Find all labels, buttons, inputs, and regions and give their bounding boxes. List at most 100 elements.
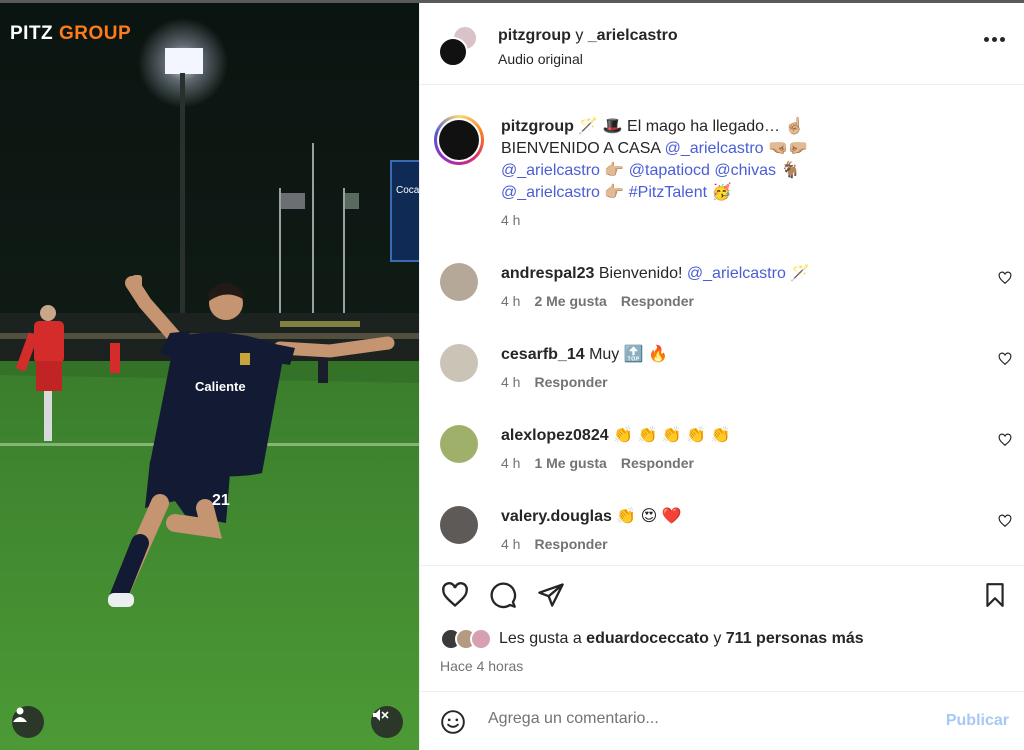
comment-likes[interactable]: 1 Me gusta (534, 455, 606, 471)
post-actions: Les gusta a eduardoceccato y 711 persona… (420, 565, 1024, 693)
comment-username[interactable]: valery.douglas (501, 508, 612, 525)
caption-time: 4 h (501, 212, 521, 228)
comment-body: andrespal23 Bienvenido! @_arielcastro 🪄 … (501, 263, 971, 312)
hashtag-link[interactable]: #PitzTalent (629, 184, 707, 201)
post-header: pitzgroup y _arielcastro Audio original (420, 3, 1024, 85)
save-button[interactable] (980, 580, 1010, 610)
post-panel: pitzgroup y _arielcastro Audio original … (419, 3, 1024, 750)
tagged-users-button[interactable] (12, 706, 44, 738)
comment-text: Bienvenido! (594, 265, 687, 282)
reply-button[interactable]: Responder (621, 455, 694, 471)
mute-button[interactable] (371, 706, 403, 738)
post-authors: pitzgroup y _arielcastro (498, 27, 678, 45)
comment-body: cesarfb_14 Muy 🔝 🔥 4 h Responder (501, 344, 971, 393)
comment-emoji: 👏 👏 👏 👏 👏 (613, 427, 731, 444)
reply-button[interactable]: Responder (534, 536, 607, 552)
heart-icon (998, 352, 1012, 366)
more-options-icon[interactable] (984, 37, 1005, 42)
comment-time: 4 h (501, 374, 521, 390)
smiley-icon (441, 710, 465, 734)
comment-username[interactable]: andrespal23 (501, 265, 594, 282)
caption-username[interactable]: pitzgroup (501, 118, 574, 135)
comment-body: alexlopez0824 👏 👏 👏 👏 👏 4 h 1 Me gusta Res… (501, 425, 971, 474)
avatar[interactable] (438, 37, 468, 67)
audio-link[interactable]: Audio original (498, 51, 583, 67)
avatar[interactable] (440, 344, 478, 382)
publish-button[interactable]: Publicar (946, 712, 1009, 730)
reply-button[interactable]: Responder (621, 293, 694, 309)
comment-time: 4 h (501, 293, 521, 309)
heart-icon (998, 514, 1012, 528)
author-link[interactable]: _arielcastro (588, 27, 678, 44)
caption-emoji: 🐐 (776, 162, 801, 179)
likes-prefix: Les gusta a (499, 630, 587, 647)
brand-logo: PITZ GROUP (10, 23, 131, 45)
jersey-sponsor-text: Caliente (195, 379, 246, 394)
emoji-picker-button[interactable] (440, 709, 466, 740)
brand-prefix: PITZ (10, 23, 54, 44)
comment-meta: 4 h 2 Me gusta Responder (501, 290, 971, 312)
comment-input[interactable] (488, 710, 918, 728)
comment-like-button[interactable] (998, 352, 1012, 371)
comment-meta: 4 h 1 Me gusta Responder (501, 452, 971, 474)
mention-link[interactable]: @tapatiocd (629, 162, 710, 179)
caption-emoji: 👉🏼 (599, 184, 629, 201)
send-icon (538, 583, 564, 607)
comment-meta: 4 h Responder (501, 371, 971, 393)
like-button[interactable] (440, 580, 470, 610)
story-ring-avatar[interactable] (434, 115, 484, 165)
avatar[interactable] (440, 506, 478, 544)
comment-meta: 4 h Responder (501, 533, 971, 555)
comment-item: cesarfb_14 Muy 🔝 🔥 4 h Responder (440, 344, 1020, 414)
comment-text: Muy (584, 346, 624, 363)
bookmark-icon (986, 583, 1004, 607)
board-text: Coca-Cola (396, 185, 419, 196)
likes-count[interactable]: 711 personas más (726, 630, 864, 647)
author-link[interactable]: pitzgroup (498, 27, 571, 44)
mention-link[interactable]: @_arielcastro (501, 184, 600, 201)
comment-icon (490, 582, 517, 609)
collab-avatars[interactable] (438, 25, 482, 69)
comment-username[interactable]: alexlopez0824 (501, 427, 609, 444)
comment-like-button[interactable] (998, 271, 1012, 290)
caption-line2: BIENVENIDO A CASA (501, 140, 665, 157)
post-time[interactable]: Hace 4 horas (440, 658, 523, 674)
comment-item: valery.douglas 👏 😍 ❤️ 4 h Responder (440, 506, 1020, 564)
avatar[interactable] (440, 263, 478, 301)
comment-emoji: 🔝 🔥 (623, 346, 669, 363)
likes-text: Les gusta a eduardoceccato y 711 persona… (499, 630, 864, 648)
caption-text: pitzgroup 🪄 🎩 El mago ha llegado… ☝🏼 BIE… (501, 116, 1001, 231)
heart-icon (442, 582, 468, 608)
comment-like-button[interactable] (998, 514, 1012, 533)
comment-time: 4 h (501, 536, 521, 552)
comment-button[interactable] (488, 580, 518, 610)
comment-item: andrespal23 Bienvenido! @_arielcastro 🪄 … (440, 263, 1020, 333)
likes-summary[interactable]: Les gusta a eduardoceccato y 711 persona… (440, 628, 864, 650)
avatar (470, 628, 492, 650)
mention-link[interactable]: @_arielcastro (501, 162, 600, 179)
share-button[interactable] (536, 580, 566, 610)
mention-link[interactable]: @chivas (714, 162, 776, 179)
likes-middle: y (708, 630, 726, 647)
avatar[interactable] (440, 425, 478, 463)
author-conjunction: y (575, 27, 584, 44)
mention-link[interactable]: @_arielcastro (665, 140, 764, 157)
comment-emoji: 🪄 (785, 265, 811, 282)
comment-item: alexlopez0824 👏 👏 👏 👏 👏 4 h 1 Me gusta Res… (440, 425, 1020, 495)
comment-time: 4 h (501, 455, 521, 471)
post-media[interactable]: Coca-Cola C (0, 3, 419, 750)
mention-link[interactable]: @_arielcastro (687, 265, 786, 282)
comments-list[interactable]: pitzgroup 🪄 🎩 El mago ha llegado… ☝🏼 BIE… (420, 86, 1024, 564)
caption-emoji: 🥳 (707, 184, 732, 201)
liker-username[interactable]: eduardoceccato (586, 630, 709, 647)
comment-likes[interactable]: 2 Me gusta (534, 293, 606, 309)
caption-line1: 🪄 🎩 El mago ha llegado… ☝🏼 (573, 118, 805, 135)
comment-like-button[interactable] (998, 433, 1012, 452)
caption-emoji: 👉🏼 (599, 162, 629, 179)
reply-button[interactable]: Responder (534, 374, 607, 390)
comment-emoji: 👏 😍 ❤️ (616, 508, 682, 525)
player-number-text: 21 (212, 492, 230, 509)
comment-body: valery.douglas 👏 😍 ❤️ 4 h Responder (501, 506, 971, 555)
comment-username[interactable]: cesarfb_14 (501, 346, 585, 363)
caption-emoji: 🤜🏼🤛🏼 (763, 140, 808, 157)
